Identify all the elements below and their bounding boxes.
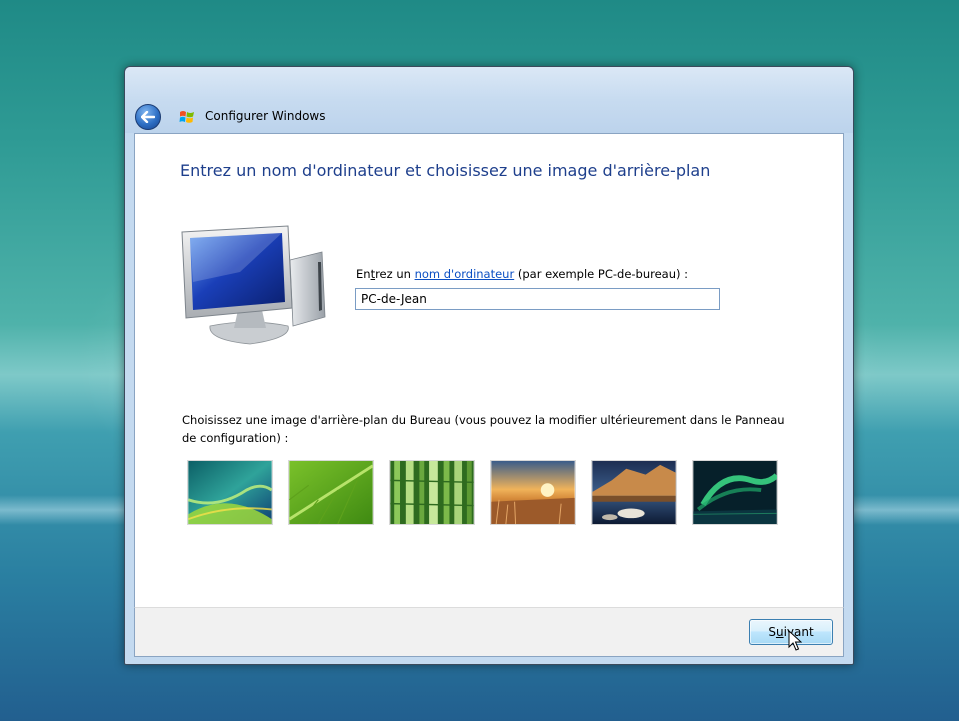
page-heading: Entrez un nom d'ordinateur et choisissez… bbox=[180, 161, 711, 180]
title-bar: Configurer Windows bbox=[125, 67, 853, 133]
next-button[interactable]: Suivant bbox=[749, 619, 833, 645]
wallpaper-thumb-lake[interactable] bbox=[591, 460, 677, 525]
wallpaper-thumb-leaf[interactable] bbox=[288, 460, 374, 525]
computer-name-input[interactable]: PC-de-Jean bbox=[355, 288, 720, 310]
setup-window: Configurer Windows Entrez un nom d'ordin… bbox=[124, 66, 854, 665]
wallpaper-thumb-sunset[interactable] bbox=[490, 460, 576, 525]
footer-bar: Suivant bbox=[134, 607, 844, 657]
computer-name-help-link[interactable]: nom d'ordinateur bbox=[415, 267, 515, 281]
content-pane: Entrez un nom d'ordinateur et choisissez… bbox=[134, 133, 844, 607]
back-button[interactable] bbox=[135, 104, 161, 130]
back-arrow-icon bbox=[141, 111, 155, 123]
windows-logo-icon bbox=[179, 111, 194, 123]
wallpaper-thumb-aurora[interactable] bbox=[187, 460, 273, 525]
wallpaper-thumb-northern-lights[interactable] bbox=[692, 460, 778, 525]
computer-name-label: Entrez un nom d'ordinateur (par exemple … bbox=[356, 267, 689, 281]
wallpaper-thumb-bamboo[interactable] bbox=[389, 460, 475, 525]
computer-monitor-icon bbox=[181, 225, 326, 345]
window-title: Configurer Windows bbox=[205, 109, 326, 123]
background-choice-label: Choisissez une image d'arrière-plan du B… bbox=[182, 413, 785, 445]
